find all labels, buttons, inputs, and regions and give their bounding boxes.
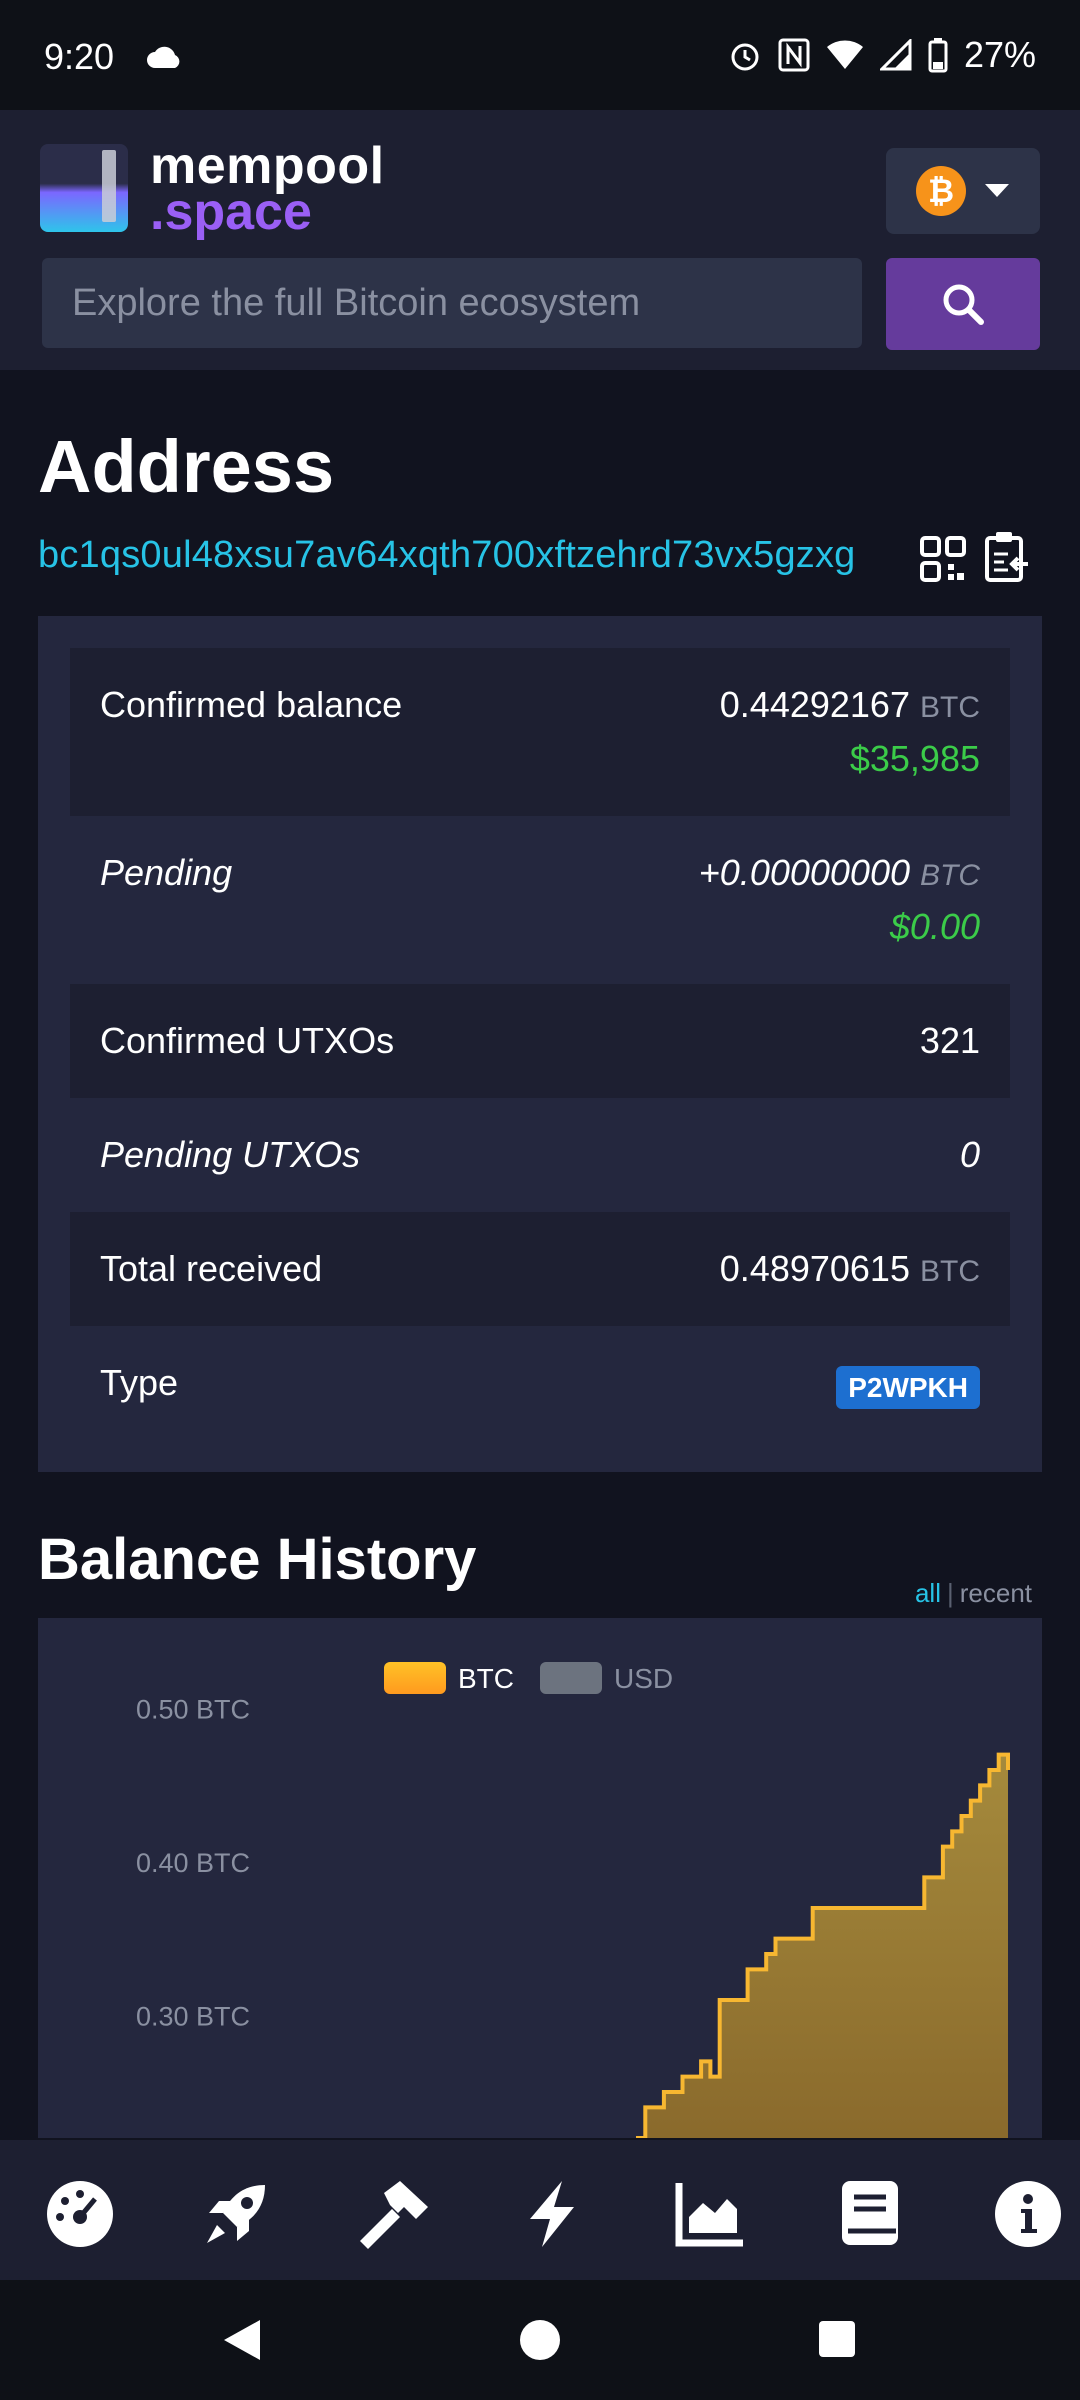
recents-icon[interactable] bbox=[818, 2320, 856, 2358]
legend-swatch-btc[interactable] bbox=[384, 1662, 446, 1694]
mempool-logo[interactable] bbox=[40, 144, 128, 232]
fiat-amount: $35,985 bbox=[849, 738, 980, 779]
balance-history-title: Balance History bbox=[38, 1527, 477, 1592]
btc-balance-area bbox=[636, 1754, 1008, 2138]
nav-mining[interactable] bbox=[196, 2174, 276, 2254]
row-value: 0 bbox=[959, 1134, 980, 1175]
search-input[interactable] bbox=[42, 258, 862, 348]
row-value: 321 bbox=[919, 1020, 980, 1061]
btc-amount: +0.00000000 bbox=[698, 852, 910, 893]
row-label: Total received bbox=[100, 1248, 323, 1289]
app-header: mempool .space ₿ bbox=[0, 110, 1080, 370]
home-icon[interactable] bbox=[518, 2318, 562, 2362]
nav-dashboard[interactable] bbox=[40, 2174, 120, 2254]
nfc-icon bbox=[778, 38, 810, 72]
battery-icon bbox=[928, 38, 948, 73]
btc-amount: 0.48970615 bbox=[719, 1248, 910, 1289]
back-icon[interactable] bbox=[222, 2318, 262, 2362]
copy-clipboard-icon[interactable] bbox=[984, 530, 1030, 584]
chevron-down-icon bbox=[985, 184, 1009, 197]
chart-series bbox=[636, 1752, 1010, 2138]
alarm-icon bbox=[731, 43, 759, 71]
legend-swatch-usd[interactable] bbox=[540, 1662, 602, 1694]
battery-level: 27% bbox=[963, 34, 1036, 75]
total-received-row: Total received 0.48970615 BTC bbox=[70, 1212, 1010, 1326]
signal-icon bbox=[879, 39, 912, 71]
status-bar: 9:20 27% bbox=[0, 0, 1080, 110]
hammer-icon bbox=[360, 2181, 428, 2249]
page-title: Address bbox=[38, 425, 335, 508]
pending-value: +0.00000000 BTC bbox=[699, 852, 980, 894]
pending-utxos-row: Pending UTXOs 0 bbox=[70, 1098, 1010, 1212]
confirmed-utxos-row: Confirmed UTXOs 321 bbox=[70, 984, 1010, 1098]
rocket-icon bbox=[207, 2185, 265, 2243]
status-time: 9:20 bbox=[44, 36, 115, 77]
row-label: Confirmed UTXOs bbox=[100, 1020, 395, 1061]
row-label: Pending bbox=[100, 852, 233, 893]
network-selector-button[interactable]: ₿ bbox=[886, 148, 1040, 234]
row-label: Pending UTXOs bbox=[100, 1134, 361, 1175]
nav-docs[interactable] bbox=[830, 2174, 910, 2254]
row-label: Type bbox=[100, 1362, 179, 1403]
address-type-badge: P2WPKH bbox=[836, 1366, 980, 1409]
info-icon bbox=[995, 2181, 1061, 2247]
legend-label-btc[interactable]: BTC bbox=[458, 1663, 514, 1694]
btc-amount: 0.44292167 bbox=[719, 684, 910, 725]
logo-text-suffix[interactable]: .space bbox=[150, 182, 312, 242]
pending-row: Pending +0.00000000 BTC $0.00 bbox=[70, 816, 1010, 984]
confirmed-balance-row: Confirmed balance 0.44292167 BTC $35,985 bbox=[70, 648, 1010, 816]
nav-lightning[interactable] bbox=[512, 2174, 592, 2254]
y-tick-label: 0.30 BTC bbox=[136, 2001, 250, 2031]
type-value: P2WPKH bbox=[836, 1364, 980, 1409]
toggle-all[interactable]: all bbox=[915, 1578, 941, 1608]
chart-legend: BTC USD bbox=[384, 1662, 673, 1694]
total-received-value: 0.48970615 BTC bbox=[720, 1248, 980, 1290]
btc-unit: BTC bbox=[920, 691, 980, 724]
btc-unit: BTC bbox=[920, 1255, 980, 1288]
fiat-amount: $0.00 bbox=[889, 906, 980, 947]
system-navigation-bar bbox=[0, 2280, 1080, 2400]
btc-unit: BTC bbox=[920, 859, 980, 892]
confirmed-balance-value: 0.44292167 BTC bbox=[720, 684, 980, 726]
chart-svg: BTC USD 0.50 BTC 0.40 BTC 0.30 BTC bbox=[136, 1662, 1010, 2138]
y-tick-label: 0.50 BTC bbox=[136, 1695, 250, 1725]
row-label: Confirmed balance bbox=[100, 684, 403, 725]
history-range-toggle: all | recent bbox=[915, 1578, 1032, 1609]
nav-tools[interactable] bbox=[352, 2174, 432, 2254]
wifi-icon bbox=[826, 40, 863, 69]
y-axis-ticks: 0.50 BTC 0.40 BTC 0.30 BTC bbox=[136, 1695, 250, 2032]
bottom-navigation bbox=[0, 2140, 1080, 2280]
toggle-separator: | bbox=[946, 1578, 954, 1608]
address-summary-card: Confirmed balance 0.44292167 BTC $35,985… bbox=[38, 616, 1042, 1472]
docs-icon bbox=[842, 2181, 898, 2245]
type-row: Type P2WPKH bbox=[70, 1326, 1010, 1440]
search-icon bbox=[943, 284, 984, 325]
lightning-icon bbox=[530, 2181, 574, 2247]
search-button[interactable] bbox=[886, 258, 1040, 350]
balance-history-chart: BTC USD 0.50 BTC 0.40 BTC 0.30 BTC bbox=[38, 1618, 1042, 2138]
chart-icon bbox=[675, 2183, 743, 2247]
cloud-icon bbox=[147, 46, 180, 68]
address-hash[interactable]: bc1qs0ul48xsu7av64xqth700xftzehrd73vx5gz… bbox=[38, 534, 856, 577]
qr-code-icon[interactable] bbox=[920, 536, 966, 582]
nav-graphs[interactable] bbox=[670, 2174, 750, 2254]
bitcoin-icon: ₿ bbox=[916, 166, 966, 216]
y-tick-label: 0.40 BTC bbox=[136, 1848, 250, 1878]
status-icons: 27% bbox=[728, 34, 1036, 76]
toggle-recent[interactable]: recent bbox=[960, 1578, 1032, 1608]
legend-label-usd[interactable]: USD bbox=[614, 1663, 673, 1694]
dashboard-icon bbox=[47, 2181, 113, 2247]
nav-about[interactable] bbox=[988, 2174, 1068, 2254]
